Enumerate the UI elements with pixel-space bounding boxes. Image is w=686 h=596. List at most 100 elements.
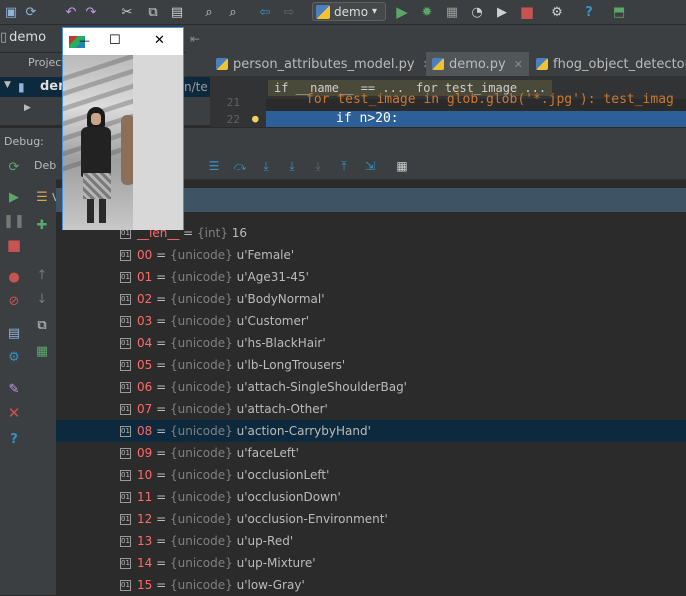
tab-person-attributes-model[interactable]: person_attributes_model.py ✕ bbox=[216, 52, 432, 76]
redo-icon[interactable]: ↷ bbox=[82, 3, 100, 21]
list-item[interactable]: 01 08 = {unicode} u'action-CarrybyHand' bbox=[56, 420, 686, 442]
field-icon: 01 bbox=[120, 337, 131, 349]
mute-breakpoints-icon[interactable]: ⊘ bbox=[6, 293, 22, 309]
tabs-scroll-left-icon[interactable]: ⇤ bbox=[190, 32, 200, 46]
list-item[interactable]: 01 14 = {unicode} u'up-Mixture' bbox=[56, 552, 686, 574]
view-as-array-icon[interactable]: ▦ bbox=[34, 343, 50, 359]
list-item[interactable]: 01 03 = {unicode} u'Customer' bbox=[56, 310, 686, 332]
variable-name: 05 bbox=[137, 358, 153, 372]
variable-value: u'faceLeft' bbox=[236, 446, 299, 460]
image-canvas bbox=[63, 55, 183, 230]
project-tab-label[interactable]: Project bbox=[28, 56, 66, 69]
collapsed-arrow-icon[interactable]: ▶ bbox=[24, 103, 31, 113]
variable-value: u'attach-SingleShoulderBag' bbox=[236, 380, 407, 394]
save-icon[interactable]: ▣ bbox=[2, 3, 20, 21]
pin-icon[interactable]: ✎ bbox=[6, 381, 22, 397]
field-icon: 01 bbox=[120, 271, 131, 283]
help-icon[interactable]: ? bbox=[6, 431, 22, 447]
debug-actions-strip: ⟳ ▶ ❚❚ ■ ● ⊘ ▤ ⚙ ✎ ✕ ? bbox=[0, 153, 29, 595]
image-viewer-window[interactable]: — ☐ ✕ bbox=[62, 27, 184, 230]
tab-demo[interactable]: demo.py ✕ bbox=[426, 52, 529, 76]
back-icon[interactable]: ⇦ bbox=[256, 3, 274, 21]
list-item[interactable]: 01 10 = {unicode} u'occlusionLeft' bbox=[56, 464, 686, 486]
variable-type: {unicode} bbox=[170, 512, 233, 526]
concurrency-icon[interactable]: ▶ bbox=[493, 3, 511, 21]
profile-icon[interactable]: ◔ bbox=[468, 3, 486, 21]
python-file-icon bbox=[432, 58, 444, 70]
variable-name: 01 bbox=[137, 270, 153, 284]
settings-icon[interactable]: ⚙ bbox=[6, 349, 22, 365]
run-configuration-select[interactable]: demo ▾ bbox=[312, 2, 386, 21]
replace-icon[interactable]: ⌕ bbox=[224, 3, 242, 21]
stop-icon[interactable]: ■ bbox=[518, 3, 536, 21]
equals-sign: = bbox=[156, 512, 167, 526]
step-out-icon[interactable]: ⤒ bbox=[336, 158, 352, 174]
stop-icon[interactable]: ■ bbox=[6, 236, 22, 254]
equals-sign: = bbox=[156, 292, 167, 306]
copy-icon[interactable]: ⧉ bbox=[144, 3, 162, 21]
list-item[interactable]: 01 01 = {unicode} u'Age31-45' bbox=[56, 266, 686, 288]
pause-icon[interactable]: ❚❚ bbox=[3, 213, 25, 229]
lightbulb-icon[interactable]: ● bbox=[252, 112, 259, 125]
list-item[interactable]: 01 04 = {unicode} u'hs-BlackHair' bbox=[56, 332, 686, 354]
show-execution-point-icon[interactable]: ☰ bbox=[206, 158, 222, 174]
step-into-my-code-icon[interactable]: ⤓ bbox=[284, 158, 300, 174]
list-item[interactable]: 01 13 = {unicode} u'up-Red' bbox=[56, 530, 686, 552]
close-icon[interactable]: ✕ bbox=[6, 404, 22, 422]
settings-icon[interactable]: ⚙ bbox=[548, 3, 566, 21]
sync-icon[interactable]: ⟳ bbox=[22, 3, 40, 21]
undo-icon[interactable]: ↶ bbox=[62, 3, 80, 21]
vcs-icon[interactable]: ⬒ bbox=[610, 3, 628, 21]
view-breakpoints-icon[interactable]: ● bbox=[6, 269, 22, 285]
list-item[interactable]: 01 07 = {unicode} u'attach-Other' bbox=[56, 398, 686, 420]
tab-fhog-object-detector[interactable]: fhog_object_detector.py bbox=[536, 52, 686, 76]
list-item[interactable]: 01 09 = {unicode} u'faceLeft' bbox=[56, 442, 686, 464]
list-item[interactable]: 01 12 = {unicode} u'occlusion-Environment… bbox=[56, 508, 686, 530]
find-icon[interactable]: ⌕ bbox=[200, 3, 218, 21]
list-item[interactable]: 01 11 = {unicode} u'occlusionDown' bbox=[56, 486, 686, 508]
minimize-icon[interactable]: — bbox=[79, 34, 90, 47]
list-item[interactable]: 01 05 = {unicode} u'lb-LongTrousers' bbox=[56, 354, 686, 376]
paste-icon[interactable]: ▤ bbox=[168, 3, 186, 21]
run-to-cursor-icon[interactable]: ⇲ bbox=[362, 158, 378, 174]
coverage-icon[interactable]: ▦ bbox=[443, 3, 461, 21]
equals-sign: = bbox=[156, 424, 167, 438]
list-item[interactable]: 01 15 = {unicode} u'low-Gray' bbox=[56, 574, 686, 596]
field-icon: 01 bbox=[120, 403, 131, 415]
variable-entry: 15 = {unicode} u'low-Gray' bbox=[137, 578, 305, 592]
forward-icon[interactable]: ⇨ bbox=[280, 3, 298, 21]
resume-icon[interactable]: ▶ bbox=[6, 189, 22, 205]
evaluate-expression-icon[interactable]: ▦ bbox=[394, 158, 410, 174]
debug-label: Debug: bbox=[4, 135, 44, 148]
variables-icon[interactable]: ☰ bbox=[34, 189, 50, 205]
field-icon: 01 bbox=[120, 315, 131, 327]
step-into-icon[interactable]: ⤓ bbox=[258, 158, 274, 174]
move-up-icon[interactable]: ↑ bbox=[34, 267, 50, 283]
debug-icon[interactable]: ✹ bbox=[418, 3, 436, 21]
person-leg-left bbox=[87, 199, 94, 223]
variable-name: 07 bbox=[137, 402, 153, 416]
run-icon[interactable]: ▶ bbox=[393, 3, 411, 21]
variable-type: {unicode} bbox=[170, 336, 233, 350]
force-step-into-icon[interactable]: ⤓ bbox=[310, 158, 326, 174]
variable-name: 06 bbox=[137, 380, 153, 394]
cut-icon[interactable]: ✂ bbox=[118, 3, 136, 21]
close-tab-icon[interactable]: ✕ bbox=[514, 58, 523, 71]
list-item[interactable]: 01 02 = {unicode} u'BodyNormal' bbox=[56, 288, 686, 310]
copy-icon[interactable]: ⧉ bbox=[34, 317, 50, 333]
nav-project-folder[interactable]: ▯ demo bbox=[0, 30, 46, 45]
list-item[interactable]: 01 06 = {unicode} u'attach-SingleShoulder… bbox=[56, 376, 686, 398]
maximize-icon[interactable]: ☐ bbox=[109, 33, 121, 48]
variable-value: u'occlusionDown' bbox=[236, 490, 341, 504]
rerun-icon[interactable]: ⟳ bbox=[6, 159, 22, 175]
close-icon[interactable]: ✕ bbox=[154, 33, 165, 48]
new-watch-icon[interactable]: ✚ bbox=[34, 217, 50, 233]
window-title-bar[interactable]: — ☐ ✕ bbox=[63, 28, 183, 55]
code-editor[interactable]: 21 22 ● for test_image in glob.glob('*.j… bbox=[210, 92, 686, 127]
step-over-icon[interactable]: ⤼ bbox=[232, 158, 248, 174]
move-down-icon[interactable]: ↓ bbox=[34, 291, 50, 307]
help-icon[interactable]: ? bbox=[580, 3, 598, 21]
list-item[interactable]: 01 00 = {unicode} u'Female' bbox=[56, 244, 686, 266]
console-icon[interactable]: ▤ bbox=[6, 325, 22, 341]
chevron-down-icon: ▾ bbox=[372, 6, 378, 17]
